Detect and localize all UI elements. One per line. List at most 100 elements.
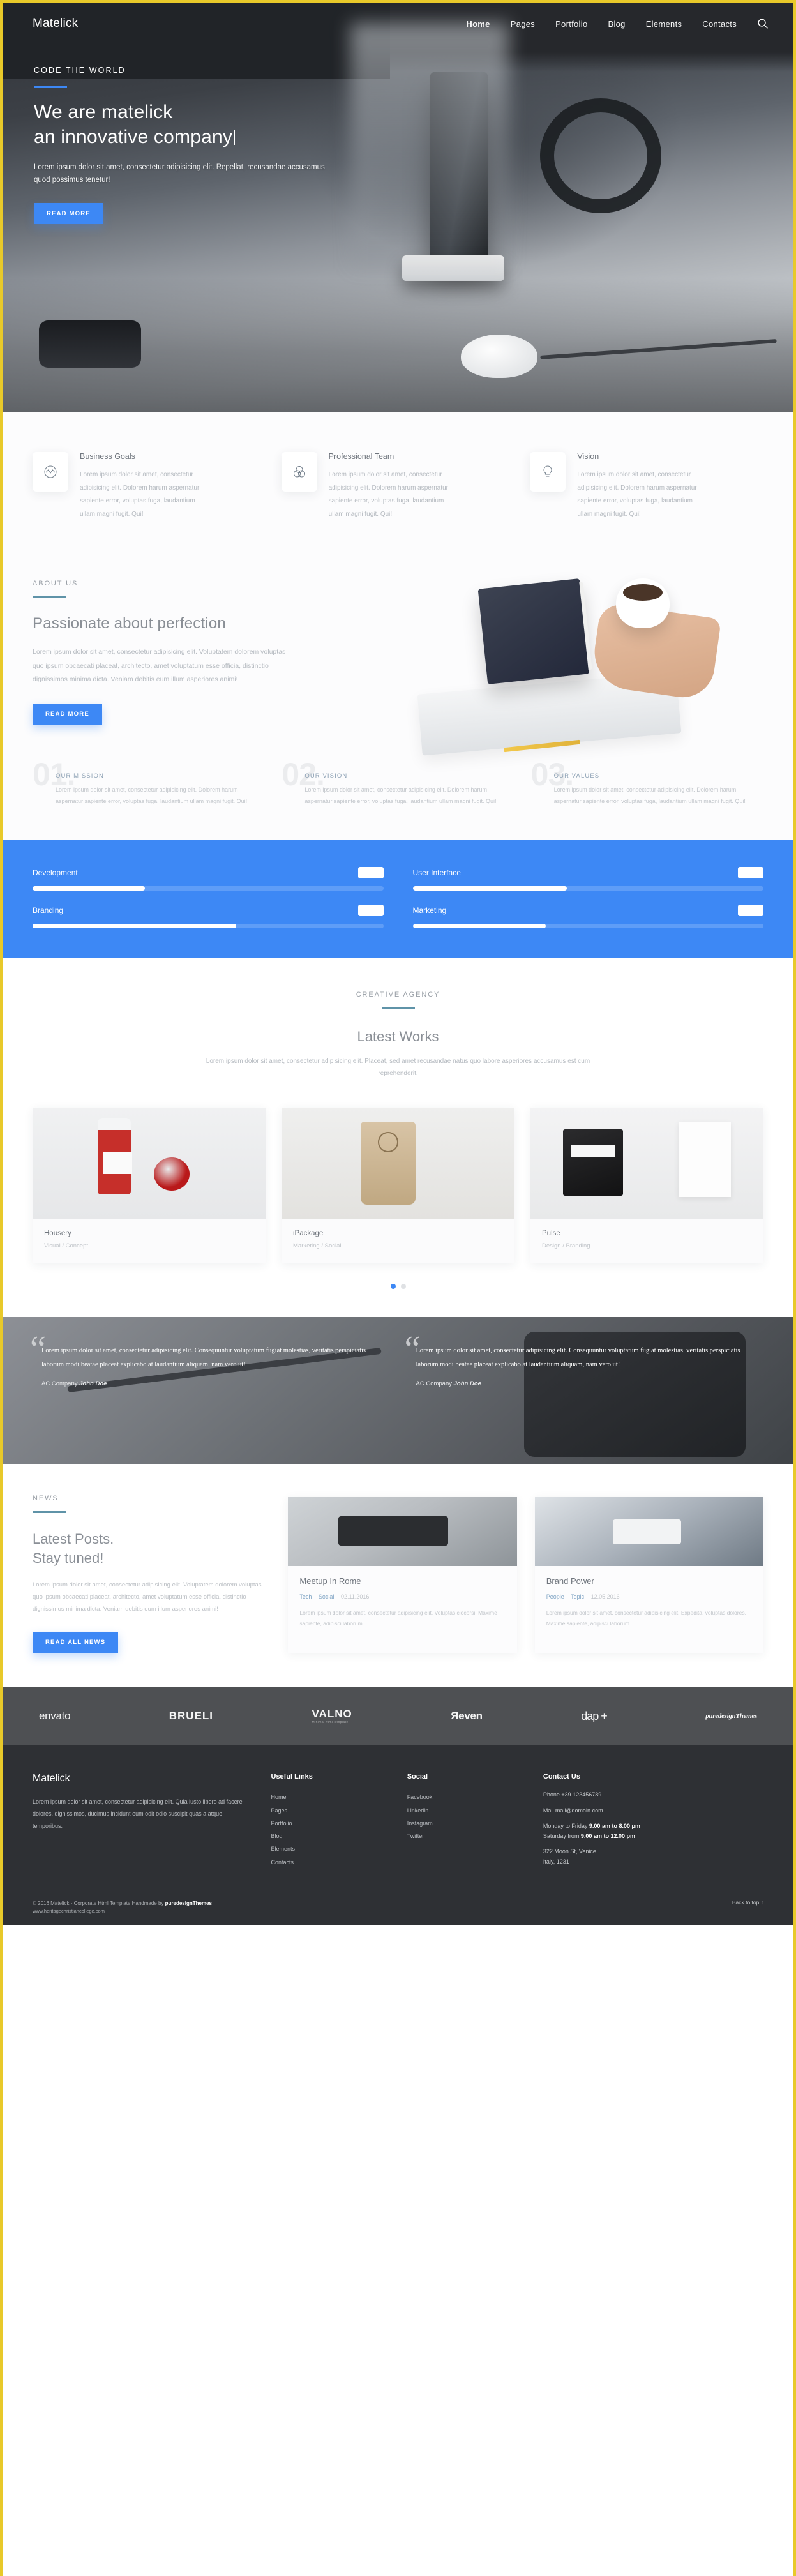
- feature-text: Lorem ipsum dolor sit amet, consectetur …: [577, 471, 697, 518]
- lightbulb-icon: [530, 452, 566, 492]
- post-title: Meetup In Rome: [299, 1576, 361, 1586]
- phone-stand-base-prop: [402, 255, 504, 281]
- jar-prop: [153, 1157, 190, 1191]
- footer-mail-value[interactable]: mail@domain.com: [555, 1807, 603, 1814]
- footer-section: Matelick Lorem ipsum dolor sit amet, con…: [3, 1745, 793, 1890]
- work-card-title: Housery: [44, 1230, 71, 1238]
- testimonial-company: AC Company: [416, 1380, 453, 1388]
- notebook-prop: [477, 578, 590, 684]
- pillars-section: 01. OUR MISSION Lorem ipsum dolor sit am…: [3, 747, 793, 841]
- news-card-list: Meetup In Rome Tech Social 02.11.2016 Lo…: [288, 1495, 764, 1653]
- feature-text: Lorem ipsum dolor sit amet, consectetur …: [328, 471, 448, 518]
- news-heading-line2: Stay tuned!: [33, 1549, 104, 1566]
- logo-reven[interactable]: Яeven: [451, 1710, 483, 1722]
- feature-text: Lorem ipsum dolor sit amet, consectetur …: [80, 471, 200, 518]
- footer-mail: Mail mail@domain.com: [543, 1807, 748, 1816]
- footer-social-instagram[interactable]: Instagram: [407, 1817, 524, 1830]
- footer-useful-links-column: Useful Links Home Pages Portfolio Blog E…: [271, 1773, 388, 1873]
- latest-works-section: CREATIVE AGENCY Latest Works Lorem ipsum…: [3, 958, 793, 1318]
- news-copy: NEWS Latest Posts. Stay tuned! Lorem ips…: [33, 1495, 266, 1653]
- news-divider: [33, 1511, 66, 1514]
- coffee-cup-prop: [616, 578, 670, 628]
- hero-title-line1: We are matelick: [34, 102, 173, 123]
- nav-item-blog[interactable]: Blog: [608, 19, 625, 29]
- footer-link-pages[interactable]: Pages: [271, 1804, 388, 1817]
- footer-social-twitter[interactable]: Twitter: [407, 1830, 524, 1842]
- notebook-prop: [563, 1129, 624, 1196]
- poster-prop: [678, 1122, 731, 1198]
- logo-brueli[interactable]: BRUELI: [169, 1710, 213, 1722]
- post-date: 12.05.2016: [590, 1593, 620, 1601]
- site-logo-text: Matelick: [33, 17, 79, 30]
- footer-link-elements[interactable]: Elements: [271, 1842, 388, 1855]
- footer-link-blog[interactable]: Blog: [271, 1830, 388, 1842]
- skill-label: User Interface: [412, 868, 461, 878]
- post-tag[interactable]: Tech: [299, 1593, 312, 1600]
- nav-item-home[interactable]: Home: [466, 19, 490, 29]
- footer-hours-weekday: Monday to Friday 9.00 am to 8.00 pm: [543, 1822, 748, 1831]
- work-card[interactable]: iPackage Marketing / Social: [282, 1108, 514, 1264]
- footer-phone-value[interactable]: +39 123456789: [561, 1791, 601, 1798]
- footer-link-contacts[interactable]: Contacts: [271, 1856, 388, 1869]
- hero-eyebrow: CODE THE WORLD: [34, 66, 126, 75]
- logo-puredesignthemes[interactable]: puredesignThemes: [705, 1712, 757, 1720]
- work-card[interactable]: Pulse Design / Branding: [530, 1108, 763, 1264]
- logo-dap[interactable]: dap +: [581, 1710, 608, 1723]
- footer-social-heading: Social: [407, 1773, 428, 1781]
- hero-read-more-button[interactable]: READ MORE: [34, 203, 103, 225]
- hero-subtitle: Lorem ipsum dolor sit amet, consectetur …: [34, 163, 325, 185]
- main-navigation: Home Pages Portfolio Blog Elements Conta…: [466, 18, 769, 29]
- nav-item-contacts[interactable]: Contacts: [702, 19, 737, 29]
- search-icon[interactable]: [757, 18, 769, 29]
- copyright-url[interactable]: www.heritagechristiancollege.com: [33, 1908, 212, 1914]
- post-card[interactable]: Meetup In Rome Tech Social 02.11.2016 Lo…: [288, 1497, 517, 1653]
- carousel-dot-2[interactable]: [400, 1284, 406, 1290]
- pillar-item: 02. OUR VISION Lorem ipsum dolor sit ame…: [282, 758, 514, 807]
- about-eyebrow: ABOUT US: [33, 580, 79, 587]
- post-card[interactable]: Brand Power People Topic 12.05.2016 Lore…: [534, 1497, 764, 1653]
- logo-valno[interactable]: VALNO Minimal html template: [312, 1708, 352, 1724]
- pillar-item: 01. OUR MISSION Lorem ipsum dolor sit am…: [33, 758, 265, 807]
- works-eyebrow: CREATIVE AGENCY: [356, 991, 440, 999]
- copyright-text: © 2016 Matelick - Corporate Html Templat…: [33, 1899, 212, 1908]
- post-tag[interactable]: People: [546, 1593, 564, 1600]
- copyright-bar: © 2016 Matelick - Corporate Html Templat…: [3, 1890, 793, 1926]
- skill-row: Branding: [33, 905, 384, 929]
- post-meta: People Topic 12.05.2016: [546, 1593, 752, 1600]
- read-all-news-button[interactable]: READ ALL NEWS: [33, 1632, 119, 1653]
- work-card[interactable]: Housery Visual / Concept: [33, 1108, 266, 1264]
- footer-link-home[interactable]: Home: [271, 1791, 388, 1804]
- nav-item-portfolio[interactable]: Portfolio: [555, 19, 587, 29]
- features-section: Business Goals Lorem ipsum dolor sit ame…: [3, 412, 793, 566]
- carousel-dot-1[interactable]: [390, 1284, 396, 1290]
- about-illustration: [412, 575, 763, 756]
- footer-hours-weekday-value: 9.00 am to 8.00 pm: [589, 1823, 640, 1830]
- back-to-top-link[interactable]: Back to top ↑: [732, 1899, 763, 1906]
- footer-link-portfolio[interactable]: Portfolio: [271, 1817, 388, 1830]
- testimonials-section: “ Lorem ipsum dolor sit amet, consectetu…: [3, 1317, 793, 1465]
- hero-divider: [34, 86, 67, 88]
- skill-percent-badge: [738, 905, 763, 917]
- logo-envato[interactable]: envato: [39, 1710, 71, 1722]
- post-tag[interactable]: Topic: [571, 1593, 584, 1600]
- site-logo[interactable]: Matelick: [33, 17, 78, 31]
- testimonial-item: “ Lorem ipsum dolor sit amet, consectetu…: [30, 1331, 380, 1387]
- works-card-list: Housery Visual / Concept iPackage Market…: [33, 1108, 763, 1264]
- post-tag[interactable]: Social: [319, 1593, 334, 1600]
- footer-logo[interactable]: Matelick: [33, 1773, 252, 1784]
- work-card-meta: Design / Branding: [542, 1242, 590, 1250]
- about-read-more-button[interactable]: READ MORE: [33, 703, 102, 725]
- skill-progress-fill: [33, 924, 236, 929]
- footer-useful-links-heading: Useful Links: [271, 1773, 313, 1781]
- client-logos-section: envato BRUELI VALNO Minimal html templat…: [3, 1687, 793, 1745]
- about-copy: ABOUT US Passionate about perfection Lor…: [33, 575, 412, 747]
- copyright-brand[interactable]: puredesignThemes: [165, 1901, 212, 1906]
- nav-item-elements[interactable]: Elements: [646, 19, 682, 29]
- wave-circle-icon: [33, 452, 68, 492]
- nav-item-pages[interactable]: Pages: [511, 19, 535, 29]
- logo-valno-text: VALNO: [312, 1708, 352, 1721]
- work-card-image: [282, 1108, 514, 1220]
- footer-social-facebook[interactable]: Facebook: [407, 1791, 524, 1804]
- news-text: Lorem ipsum dolor sit amet, consectetur …: [33, 1581, 262, 1613]
- footer-social-linkedin[interactable]: Linkedin: [407, 1804, 524, 1817]
